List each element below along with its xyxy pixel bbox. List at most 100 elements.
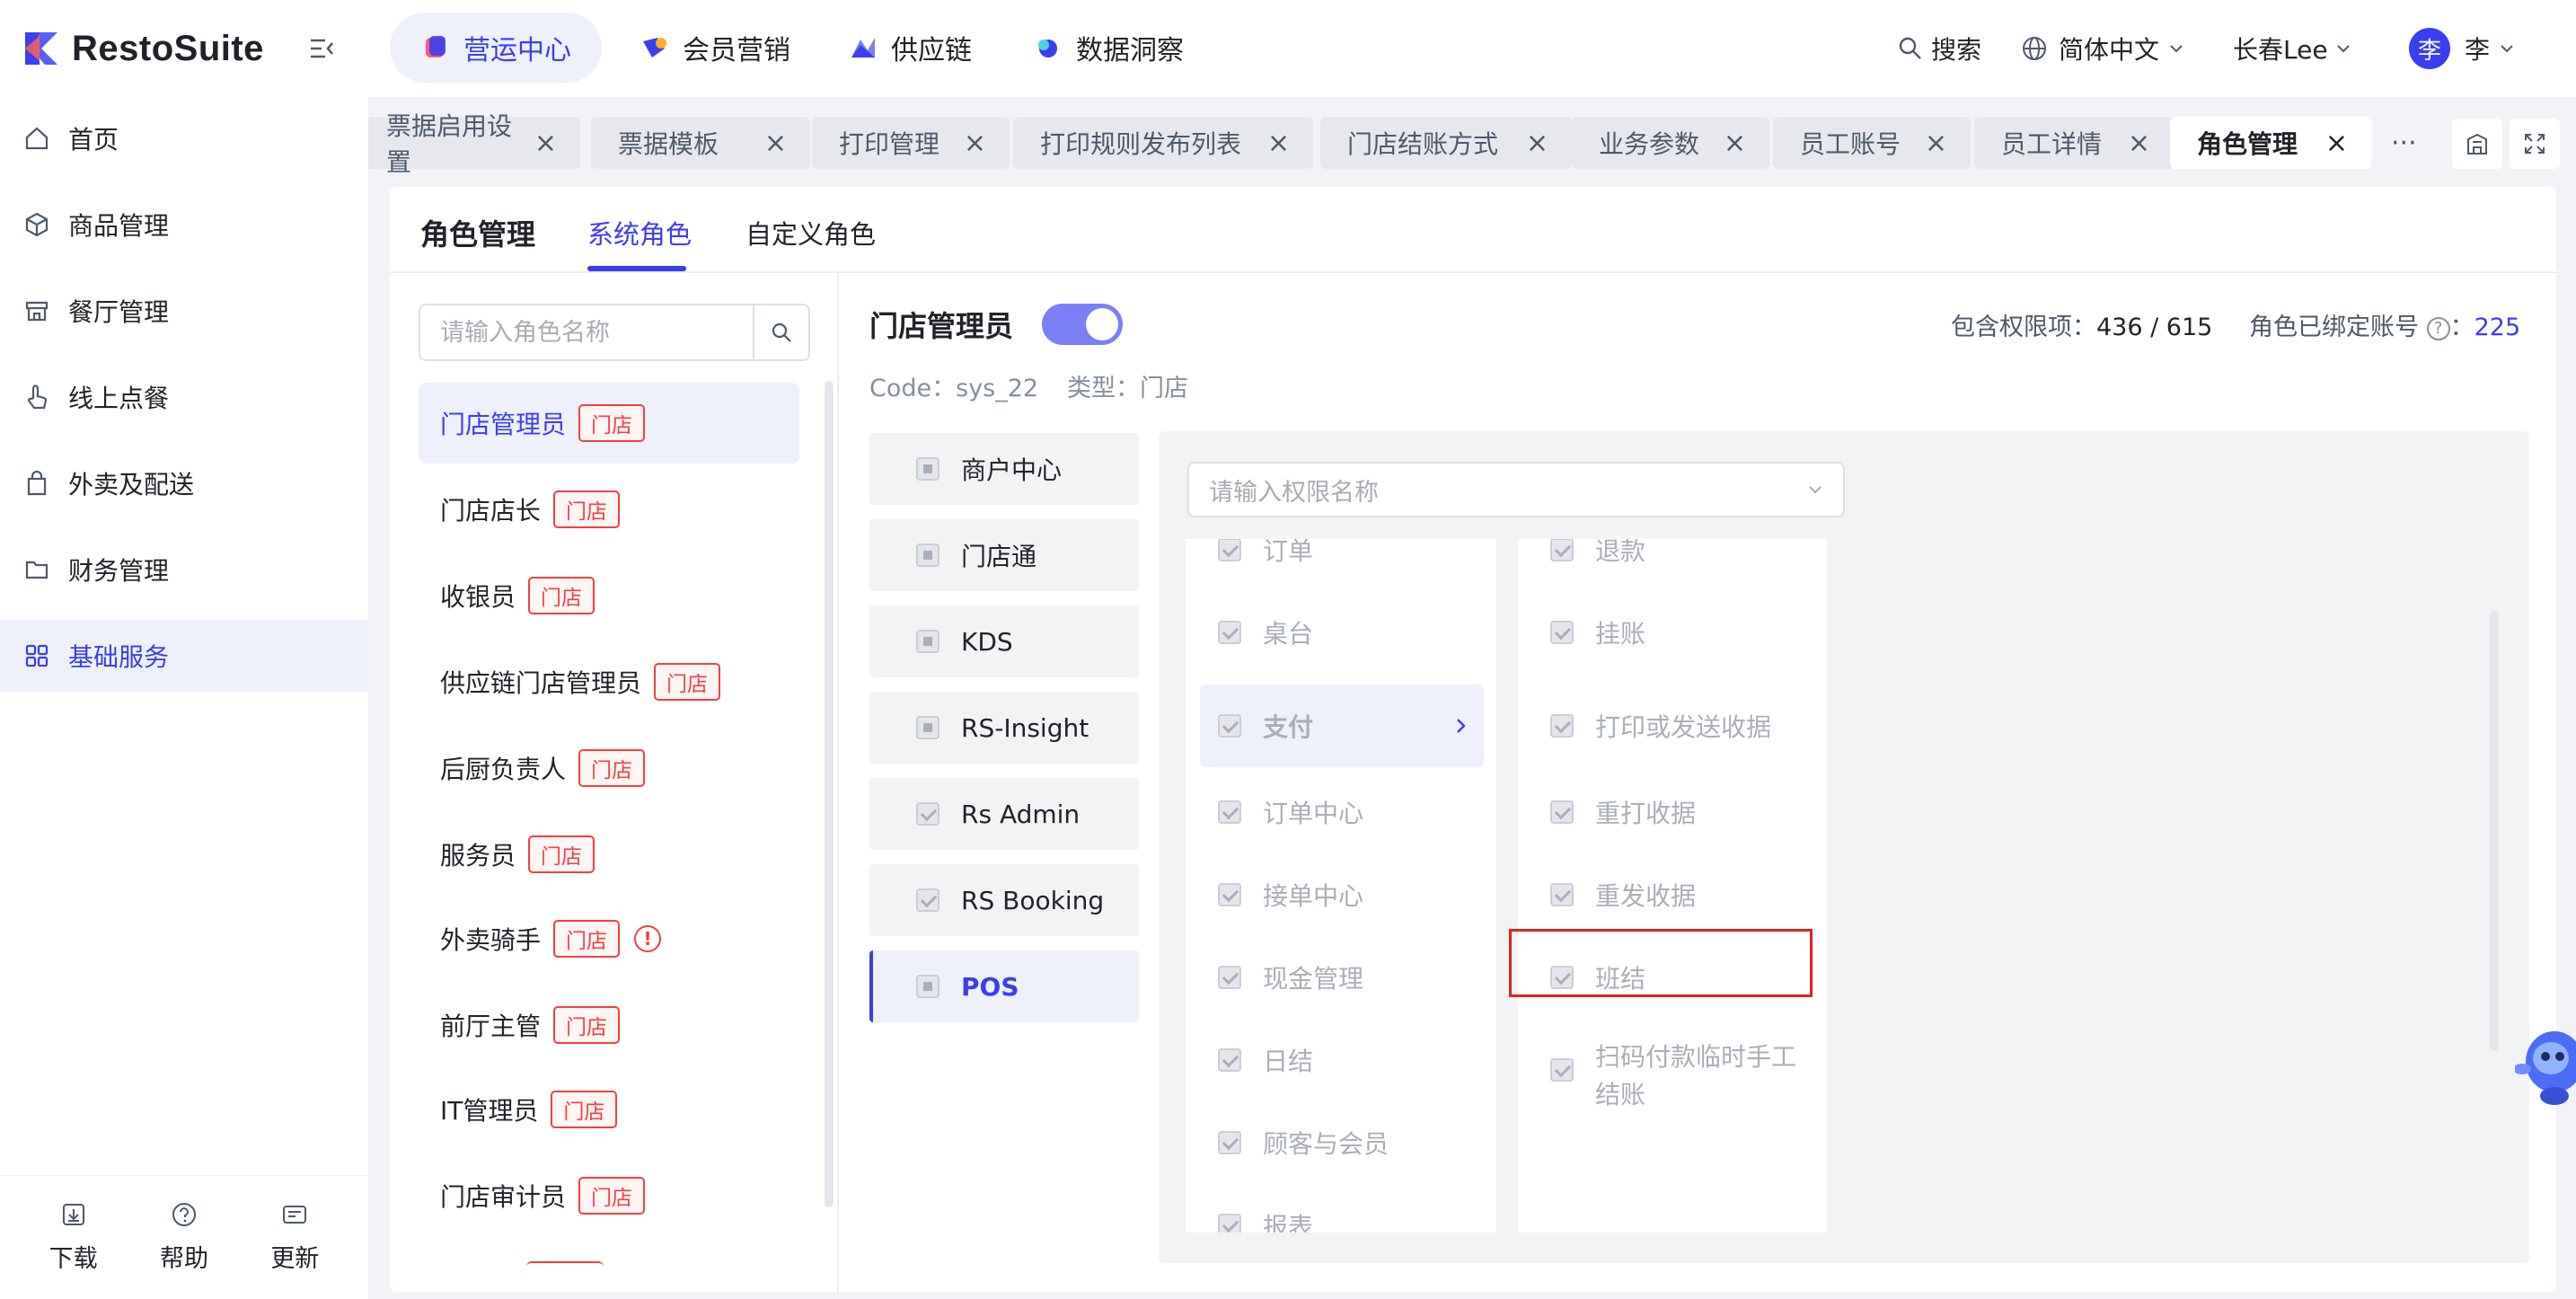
close-icon[interactable]: × — [2325, 128, 2348, 159]
more-tabs-button[interactable]: ··· — [2391, 128, 2417, 159]
help-button[interactable]: 帮助 — [160, 1201, 208, 1274]
role-list-scrollbar[interactable] — [825, 381, 834, 1207]
module-kds[interactable]: KDS — [869, 605, 1139, 677]
checkbox[interactable] — [1218, 883, 1241, 906]
fullscreen-button[interactable] — [2510, 119, 2560, 169]
role-search-input[interactable] — [420, 305, 753, 359]
perm-item-order[interactable]: 订单 — [1186, 539, 1496, 586]
role-item-waiter[interactable]: 服务员 门店 — [419, 814, 799, 895]
perm-item-reprint[interactable]: 重打收据 — [1518, 776, 1827, 848]
checkbox[interactable] — [916, 802, 940, 826]
perm-item-payment[interactable]: 支付 — [1200, 685, 1484, 767]
search-button[interactable]: 搜索 — [1897, 0, 1981, 97]
checkbox[interactable] — [1550, 883, 1574, 906]
sidebar-item-home[interactable]: 首页 — [0, 102, 368, 174]
checkbox[interactable] — [916, 716, 940, 739]
role-item-it-admin[interactable]: IT管理员 门店 — [419, 1069, 799, 1150]
download-button[interactable]: 下载 — [49, 1201, 98, 1274]
help-icon[interactable]: ? — [2426, 316, 2450, 340]
bound-accounts-value[interactable]: 225 — [2475, 314, 2521, 341]
perm-item-table[interactable]: 桌台 — [1186, 596, 1496, 668]
sidebar-item-basic-services[interactable]: 基础服务 — [0, 620, 368, 692]
role-item-rider[interactable]: 外卖骑手 门店! — [419, 898, 799, 979]
home-tab-button[interactable] — [2452, 119, 2502, 169]
assistant-mascot[interactable] — [2515, 1013, 2576, 1112]
warning-icon[interactable]: ! — [634, 925, 662, 952]
permission-search-select[interactable]: 请输入权限名称 — [1187, 462, 1845, 517]
module-pos[interactable]: POS — [869, 950, 1139, 1022]
sidebar-item-finance[interactable]: 财务管理 — [0, 534, 368, 605]
perm-item-reports[interactable]: 报表 — [1186, 1189, 1496, 1233]
close-icon[interactable]: × — [964, 128, 986, 159]
tab-receipt-enable[interactable]: 票据启用设置 × — [368, 111, 580, 177]
close-icon[interactable]: × — [764, 128, 787, 159]
checkbox[interactable] — [1218, 714, 1241, 738]
tab-receipt-template[interactable]: 票据模板 × — [591, 117, 810, 169]
role-search-button[interactable] — [753, 305, 808, 359]
module-store-app[interactable]: 门店通 — [869, 519, 1139, 591]
checkbox[interactable] — [1218, 621, 1241, 644]
sidebar-item-delivery[interactable]: 外卖及配送 — [0, 447, 368, 519]
topnav-supply-chain[interactable]: 供应链 — [817, 13, 1002, 83]
module-rs-admin[interactable]: Rs Admin — [869, 778, 1139, 850]
perm-item-accept-center[interactable]: 接单中心 — [1186, 859, 1496, 931]
close-icon[interactable]: × — [1925, 128, 1947, 159]
store-select[interactable]: 长春Lee — [2233, 0, 2353, 97]
checkbox[interactable] — [1218, 539, 1241, 561]
role-item-store-manager[interactable]: 门店店长 门店 — [419, 469, 799, 550]
sidebar-item-restaurant[interactable]: 餐厅管理 — [0, 275, 368, 347]
checkbox[interactable] — [1550, 1058, 1574, 1082]
close-icon[interactable]: × — [2128, 128, 2150, 159]
perm-item-print-receipt[interactable]: 打印或发送收据 — [1518, 690, 1827, 762]
close-icon[interactable]: × — [1724, 128, 1746, 159]
role-enabled-toggle[interactable] — [1042, 304, 1123, 345]
checkbox[interactable] — [916, 975, 940, 998]
close-icon[interactable]: × — [534, 128, 557, 159]
checkbox[interactable] — [1218, 800, 1241, 824]
close-icon[interactable]: × — [1267, 128, 1290, 159]
role-item-supply-admin[interactable]: 供应链门店管理员 门店 — [419, 641, 799, 722]
role-item-cashier[interactable]: 收银员 门店 — [419, 555, 799, 636]
topnav-member-marketing[interactable]: 会员营销 — [609, 13, 821, 83]
sidebar-item-online-order[interactable]: 线上点餐 — [0, 361, 368, 433]
app-logo[interactable]: RestoSuite — [22, 23, 264, 74]
perm-item-resend[interactable]: 重发收据 — [1518, 859, 1827, 931]
tab-print-management[interactable]: 打印管理 × — [812, 117, 1010, 169]
tab-print-rules[interactable]: 打印规则发布列表 × — [1013, 117, 1313, 169]
tab-staff-accounts[interactable]: 员工账号 × — [1773, 117, 1971, 169]
checkbox[interactable] — [1550, 800, 1574, 824]
checkbox[interactable] — [1550, 714, 1574, 738]
tab-staff-details[interactable]: 员工详情 × — [1974, 117, 2174, 169]
permission-scrollbar[interactable] — [2490, 611, 2499, 1051]
language-select[interactable]: 简体中文 — [2021, 0, 2186, 97]
checkbox[interactable] — [1218, 966, 1241, 989]
close-icon[interactable]: × — [1526, 128, 1548, 159]
tab-role-management[interactable]: 角色管理 × — [2170, 117, 2371, 169]
update-button[interactable]: 更新 — [270, 1201, 319, 1274]
role-item-front-supervisor[interactable]: 前厅主管 门店 — [419, 985, 799, 1065]
perm-item-order-center[interactable]: 订单中心 — [1186, 776, 1496, 848]
sidebar-item-products[interactable]: 商品管理 — [0, 189, 368, 261]
user-menu[interactable]: 李 李 — [2409, 0, 2517, 97]
tab-checkout-methods[interactable]: 门店结账方式 × — [1320, 117, 1572, 169]
collapse-sidebar-icon[interactable] — [305, 32, 338, 65]
module-rs-insight[interactable]: RS-Insight — [869, 692, 1139, 764]
tab-custom-roles[interactable]: 自定义角色 — [745, 214, 876, 252]
checkbox[interactable] — [1218, 1048, 1241, 1072]
perm-item-refund[interactable]: 退款 — [1518, 539, 1827, 586]
checkbox[interactable] — [1550, 621, 1574, 644]
perm-item-daily-close[interactable]: 日结 — [1186, 1024, 1496, 1096]
tab-business-params[interactable]: 业务参数 × — [1572, 117, 1769, 169]
perm-item-customers[interactable]: 顾客与会员 — [1186, 1107, 1496, 1179]
checkbox[interactable] — [1218, 1214, 1241, 1233]
topnav-data-insight[interactable]: 数据洞察 — [1002, 13, 1214, 83]
checkbox[interactable] — [1550, 539, 1574, 561]
perm-item-manual-checkout[interactable]: 扫码付款临时手工结账 — [1518, 1029, 1827, 1128]
checkbox[interactable] — [916, 888, 940, 912]
module-merchant-center[interactable]: 商户中心 — [869, 433, 1139, 505]
role-item-store-admin[interactable]: 门店管理员 门店 — [419, 383, 799, 464]
perm-item-cash[interactable]: 现金管理 — [1186, 941, 1496, 1013]
topnav-operations[interactable]: 营运中心 — [390, 13, 602, 83]
checkbox[interactable] — [916, 630, 940, 653]
perm-item-credit[interactable]: 挂账 — [1518, 596, 1827, 668]
